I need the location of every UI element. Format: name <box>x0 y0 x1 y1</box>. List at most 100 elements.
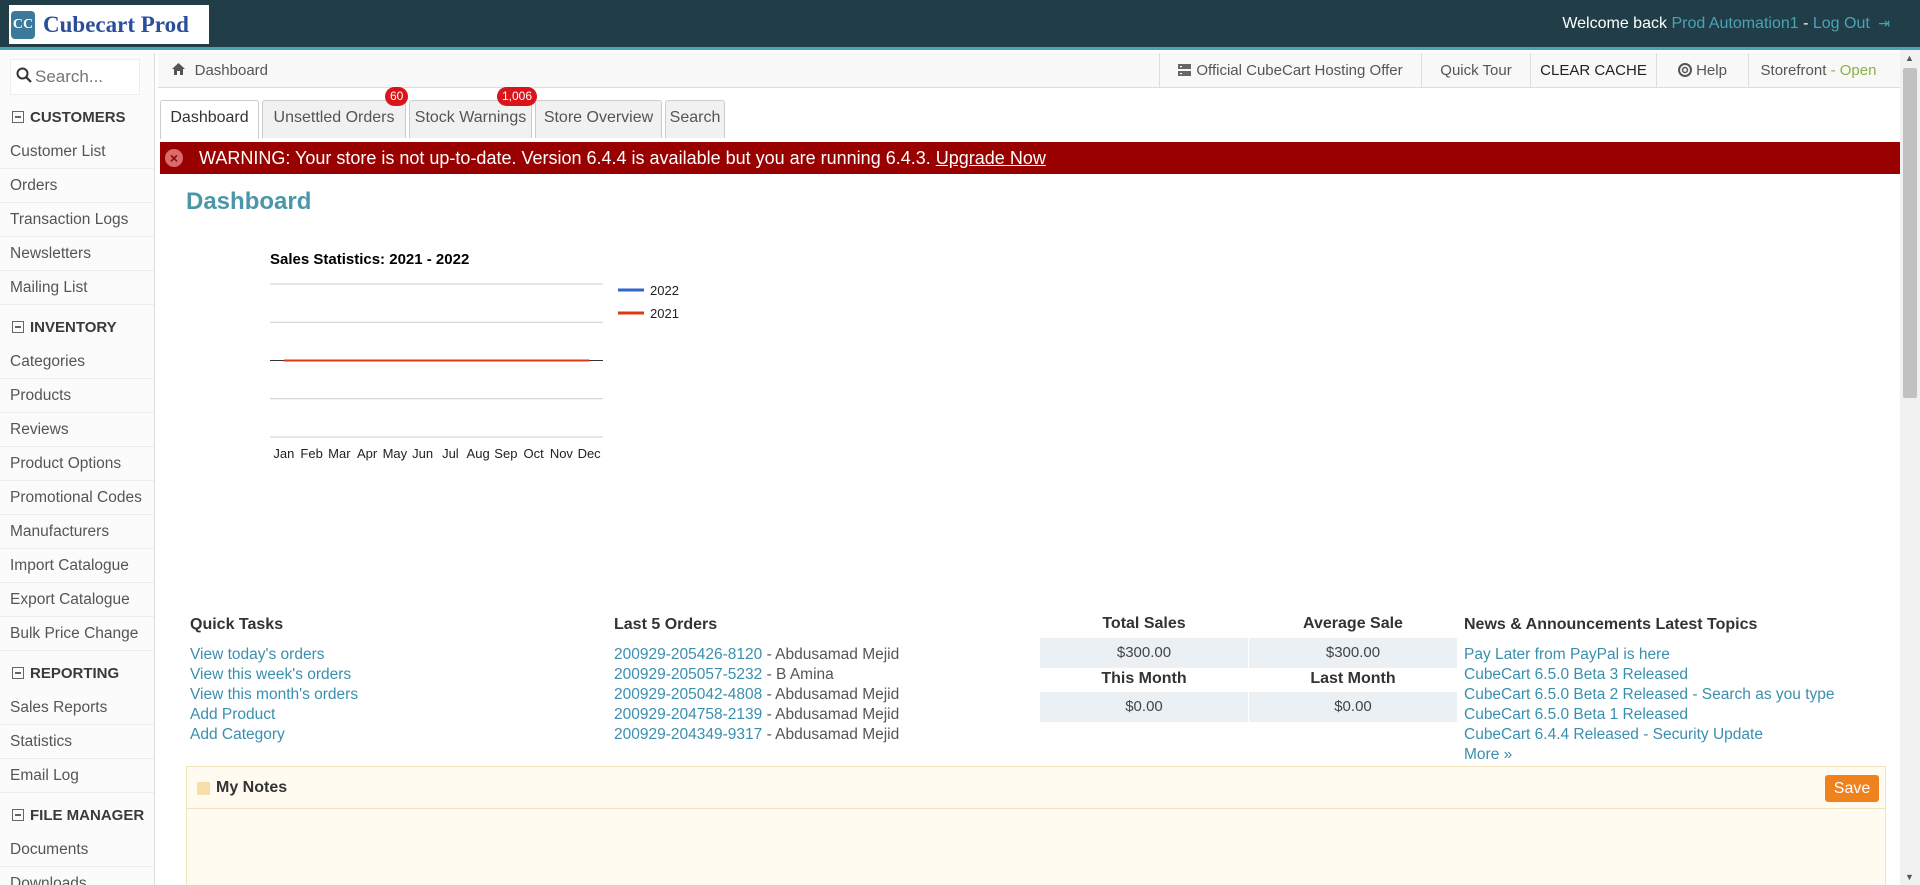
sidebar-item-orders[interactable]: Orders <box>0 169 154 203</box>
x-axis-tick-label: Feb <box>300 446 322 461</box>
storefront-link[interactable]: Storefront - Open <box>1748 53 1888 88</box>
tab-label: Dashboard <box>170 109 249 126</box>
tab-store-overview[interactable]: Store Overview <box>535 100 662 138</box>
quick-task-link[interactable]: Add Product <box>190 706 275 724</box>
tab-search[interactable]: Search <box>665 100 725 138</box>
tab-label: Stock Warnings <box>414 109 527 126</box>
search-icon <box>16 67 32 88</box>
quick-tour-button[interactable]: Quick Tour <box>1421 53 1530 88</box>
news-link[interactable]: CubeCart 6.4.4 Released - Security Updat… <box>1464 726 1763 744</box>
collapse-icon <box>12 321 24 333</box>
order-customer: - Abdusamad Mejid <box>766 646 900 663</box>
sidebar-item-documents[interactable]: Documents <box>0 833 154 867</box>
quick-task-link[interactable]: View today's orders <box>190 646 325 664</box>
welcome-separator: - <box>1803 15 1809 32</box>
user-name-link[interactable]: Prod Automation1 <box>1671 15 1798 32</box>
order-row: 200929-204758-2139 - Abdusamad Mejid <box>614 706 899 724</box>
sidebar-item-customer-list[interactable]: Customer List <box>0 135 154 169</box>
x-axis-tick-label: Mar <box>328 446 351 461</box>
scroll-thumb[interactable] <box>1903 68 1917 398</box>
sidebar-section-reporting[interactable]: REPORTING <box>0 655 154 691</box>
sidebar-item-bulk-price-change[interactable]: Bulk Price Change <box>0 617 154 651</box>
tab-dashboard[interactable]: Dashboard <box>160 100 259 139</box>
sidebar-section-label: REPORTING <box>30 664 120 682</box>
sidebar-search[interactable] <box>10 59 140 95</box>
sidebar-item-newsletters[interactable]: Newsletters <box>0 237 154 271</box>
sidebar-item-categories[interactable]: Categories <box>0 345 154 379</box>
order-id-link[interactable]: 200929-204758-2139 <box>614 706 762 723</box>
breadcrumb[interactable]: Dashboard <box>172 62 268 79</box>
hosting-offer-button[interactable]: Official CubeCart Hosting Offer <box>1159 53 1421 88</box>
sidebar-item-statistics[interactable]: Statistics <box>0 725 154 759</box>
logout-link[interactable]: Log Out <box>1813 15 1870 32</box>
sidebar-section-customers[interactable]: CUSTOMERS <box>0 99 154 135</box>
stock-warning-count-badge: 1,006 <box>497 87 538 106</box>
clear-cache-button[interactable]: CLEAR CACHE <box>1530 53 1656 88</box>
sidebar-item-product-options[interactable]: Product Options <box>0 447 154 481</box>
sidebar-item-export-catalogue[interactable]: Export Catalogue <box>0 583 154 617</box>
sidebar-section-file-manager[interactable]: FILE MANAGER <box>0 797 154 833</box>
home-icon <box>172 63 189 78</box>
breadcrumb-bar: Dashboard Official CubeCart Hosting Offe… <box>158 53 1900 88</box>
sidebar-section-label: FILE MANAGER <box>30 806 145 824</box>
sidebar-section-inventory[interactable]: INVENTORY <box>0 309 154 345</box>
sidebar-item-email-log[interactable]: Email Log <box>0 759 154 793</box>
order-id-link[interactable]: 200929-205042-4808 <box>614 686 762 703</box>
sidebar-item-transaction-logs[interactable]: Transaction Logs <box>0 203 154 237</box>
sidebar-item-downloads[interactable]: Downloads <box>0 867 154 885</box>
storefront-separator: - <box>1830 62 1836 79</box>
last-month-label: Last Month <box>1310 670 1396 687</box>
order-customer: - B Amina <box>766 666 834 683</box>
top-header: CC Cubecart Prod Welcome back Prod Autom… <box>0 0 1920 50</box>
welcome-prefix: Welcome back <box>1562 15 1667 32</box>
this-month-label: This Month <box>1101 670 1187 687</box>
x-axis-tick-label: Dec <box>578 446 602 461</box>
help-button[interactable]: Help <box>1656 53 1748 88</box>
order-id-link[interactable]: 200929-204349-9317 <box>614 726 762 743</box>
my-notes-panel: My Notes Save <box>186 766 1886 885</box>
sidebar-item-reviews[interactable]: Reviews <box>0 413 154 447</box>
error-circle-icon: × <box>165 149 183 167</box>
x-axis-tick-label: Sep <box>494 446 517 461</box>
server-icon <box>1178 54 1192 89</box>
news-link[interactable]: Pay Later from PayPal is here <box>1464 646 1670 664</box>
sidebar-item-import-catalogue[interactable]: Import Catalogue <box>0 549 154 583</box>
x-axis-tick-label: Aug <box>467 446 490 461</box>
news-more-link[interactable]: More » <box>1464 746 1512 764</box>
tab-bar: Dashboard Unsettled Orders 60 Stock Warn… <box>158 87 1900 139</box>
sign-out-icon[interactable]: ⇥ <box>1878 15 1890 31</box>
store-logo[interactable]: CC Cubecart Prod <box>9 5 209 44</box>
sidebar-item-products[interactable]: Products <box>0 379 154 413</box>
order-id-link[interactable]: 200929-205057-5232 <box>614 666 762 683</box>
order-customer: - Abdusamad Mejid <box>766 706 900 723</box>
order-id-link[interactable]: 200929-205426-8120 <box>614 646 762 663</box>
collapse-icon <box>12 667 24 679</box>
upgrade-now-link[interactable]: Upgrade Now <box>936 148 1046 168</box>
average-sale-value: $300.00 <box>1249 638 1457 668</box>
cubecart-logo-icon: CC <box>11 10 35 39</box>
sidebar: CUSTOMERS Customer ListOrdersTransaction … <box>0 53 155 885</box>
quick-task-link[interactable]: Add Category <box>190 726 285 744</box>
tab-unsettled-orders[interactable]: Unsettled Orders 60 <box>262 87 409 138</box>
search-input[interactable] <box>35 67 135 87</box>
collapse-icon <box>12 111 24 123</box>
sidebar-item-manufacturers[interactable]: Manufacturers <box>0 515 154 549</box>
tab-stock-warnings[interactable]: Stock Warnings 1,006 <box>409 87 538 138</box>
news-heading: News & Announcements Latest Topics <box>1464 616 1758 633</box>
news-link[interactable]: CubeCart 6.5.0 Beta 3 Released <box>1464 666 1688 684</box>
sidebar-item-promotional-codes[interactable]: Promotional Codes <box>0 481 154 515</box>
news-link[interactable]: CubeCart 6.5.0 Beta 2 Released - Search … <box>1464 686 1835 704</box>
scroll-up-icon[interactable]: ▲ <box>1905 53 1914 63</box>
sidebar-item-sales-reports[interactable]: Sales Reports <box>0 691 154 725</box>
last-month-value: $0.00 <box>1249 692 1457 722</box>
sidebar-item-mailing-list[interactable]: Mailing List <box>0 271 154 305</box>
order-row: 200929-205057-5232 - B Amina <box>614 666 834 684</box>
page-scrollbar[interactable]: ▲ ▼ <box>1900 50 1920 885</box>
collapse-icon <box>12 809 24 821</box>
news-link[interactable]: CubeCart 6.5.0 Beta 1 Released <box>1464 706 1688 724</box>
quick-task-link[interactable]: View this week's orders <box>190 666 351 684</box>
save-notes-button[interactable]: Save <box>1825 775 1879 802</box>
quick-task-link[interactable]: View this month's orders <box>190 686 358 704</box>
hosting-offer-label: Official CubeCart Hosting Offer <box>1196 62 1403 79</box>
scroll-down-icon[interactable]: ▼ <box>1905 872 1914 882</box>
